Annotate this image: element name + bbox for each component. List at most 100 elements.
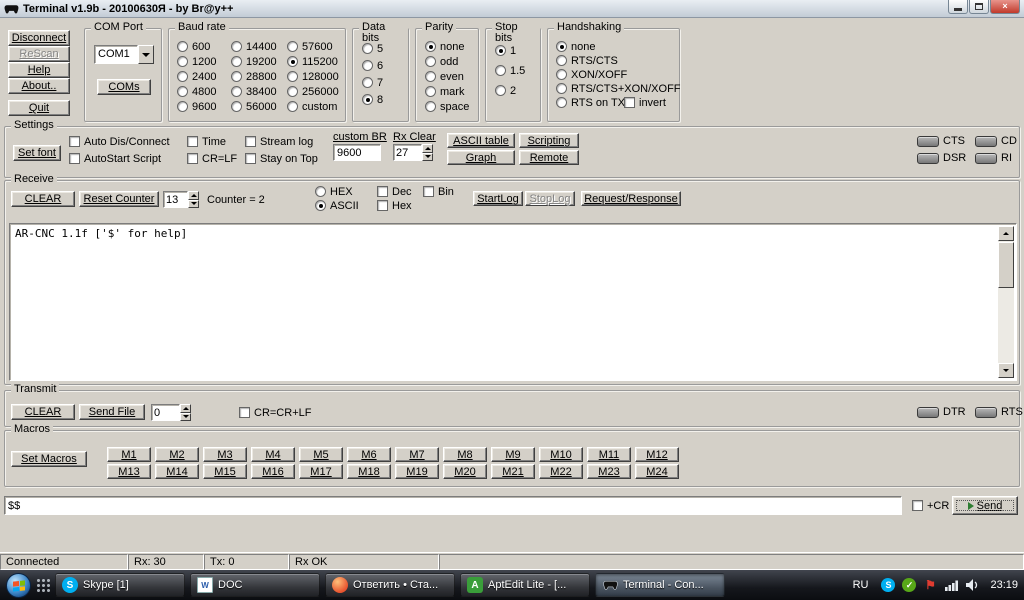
- baud-rate-option[interactable]: 14400: [231, 41, 277, 53]
- macro-button[interactable]: M17: [299, 464, 343, 479]
- baud-rate-option[interactable]: 28800: [231, 71, 277, 83]
- baud-rate-option[interactable]: 128000: [287, 71, 339, 83]
- taskbar-clock[interactable]: 23:19: [990, 579, 1018, 591]
- macro-button[interactable]: M5: [299, 447, 343, 462]
- taskbar-item-doc[interactable]: W DOC: [190, 573, 320, 597]
- macro-button[interactable]: M7: [395, 447, 439, 462]
- macro-button[interactable]: M13: [107, 464, 151, 479]
- stop-bits-option[interactable]: 2: [495, 85, 525, 97]
- baud-rate-option[interactable]: 4800: [177, 86, 216, 98]
- spin-down-icon[interactable]: [188, 199, 199, 208]
- spin-up-icon[interactable]: [188, 191, 199, 200]
- baud-rate-option[interactable]: 256000: [287, 86, 339, 98]
- request-response-button[interactable]: Request/Response: [581, 191, 681, 206]
- com-port-select[interactable]: COM1: [94, 45, 154, 64]
- spin-down-icon[interactable]: [422, 152, 433, 161]
- macro-button[interactable]: M8: [443, 447, 487, 462]
- macro-button[interactable]: M12: [635, 447, 679, 462]
- remote-button[interactable]: Remote: [519, 150, 579, 165]
- scripting-button[interactable]: Scripting: [519, 133, 579, 148]
- close-button[interactable]: ×: [990, 0, 1020, 14]
- data-bits-option[interactable]: 7: [362, 77, 383, 89]
- macro-button[interactable]: M3: [203, 447, 247, 462]
- parity-option[interactable]: mark: [425, 86, 469, 98]
- stop-log-button[interactable]: StopLog: [525, 191, 575, 206]
- maximize-button[interactable]: [969, 0, 989, 14]
- reset-counter-button[interactable]: Reset Counter: [79, 191, 159, 207]
- macro-button[interactable]: M14: [155, 464, 199, 479]
- taskbar-item-terminal[interactable]: Terminal - Con...: [595, 573, 725, 597]
- plus-cr-checkbox[interactable]: +CR: [912, 500, 949, 512]
- macro-button[interactable]: M21: [491, 464, 535, 479]
- data-bits-option[interactable]: 8: [362, 94, 383, 106]
- ascii-table-button[interactable]: ASCII table: [447, 133, 515, 148]
- quit-button[interactable]: Quit: [8, 100, 70, 116]
- macro-button[interactable]: M9: [491, 447, 535, 462]
- crlf-checkbox[interactable]: CR=LF: [187, 153, 237, 165]
- baud-rate-option[interactable]: 9600: [177, 101, 216, 113]
- baud-rate-option[interactable]: 57600: [287, 41, 339, 53]
- receive-mode-option[interactable]: HEX: [315, 186, 359, 198]
- stop-bits-option[interactable]: 1.5: [495, 65, 525, 77]
- baud-rate-option[interactable]: 2400: [177, 71, 216, 83]
- stay-on-top-checkbox[interactable]: Stay on Top: [245, 153, 318, 165]
- parity-option[interactable]: none: [425, 41, 469, 53]
- send-input[interactable]: [4, 496, 902, 515]
- hex-checkbox[interactable]: Hex: [377, 200, 412, 212]
- taskbar-item-mail[interactable]: Ответить • Ста...: [325, 573, 455, 597]
- taskbar-item-aptedit[interactable]: A AptEdit Lite - [...: [460, 573, 590, 597]
- parity-option[interactable]: odd: [425, 56, 469, 68]
- baud-rate-option[interactable]: 38400: [231, 86, 277, 98]
- invert-checkbox[interactable]: invert: [624, 97, 666, 109]
- macro-button[interactable]: M24: [635, 464, 679, 479]
- macro-button[interactable]: M18: [347, 464, 391, 479]
- custom-br-input[interactable]: [333, 144, 381, 161]
- chevron-down-icon[interactable]: [138, 45, 154, 64]
- quick-launch-icon[interactable]: [36, 578, 50, 592]
- macro-button[interactable]: M10: [539, 447, 583, 462]
- macro-button[interactable]: M11: [587, 447, 631, 462]
- network-tray-icon[interactable]: [944, 578, 958, 592]
- macro-button[interactable]: M20: [443, 464, 487, 479]
- parity-option[interactable]: even: [425, 71, 469, 83]
- baud-rate-option[interactable]: custom: [287, 101, 339, 113]
- baud-rate-option[interactable]: 115200: [287, 56, 339, 68]
- macro-button[interactable]: M2: [155, 447, 199, 462]
- handshaking-option[interactable]: none: [556, 41, 681, 53]
- spin-up-icon[interactable]: [422, 144, 433, 153]
- baud-rate-option[interactable]: 1200: [177, 56, 216, 68]
- vertical-scrollbar[interactable]: [998, 226, 1014, 378]
- baud-rate-option[interactable]: 600: [177, 41, 216, 53]
- handshaking-option[interactable]: RTS/CTS+XON/XOFF: [556, 83, 681, 95]
- stop-bits-option[interactable]: 1: [495, 45, 525, 57]
- stream-log-checkbox[interactable]: Stream log: [245, 136, 313, 148]
- transmit-clear-button[interactable]: CLEAR: [11, 404, 75, 420]
- spin-down-icon[interactable]: [180, 412, 191, 421]
- autostart-script-checkbox[interactable]: AutoStart Script: [69, 153, 161, 165]
- macro-button[interactable]: M16: [251, 464, 295, 479]
- macro-button[interactable]: M4: [251, 447, 295, 462]
- scroll-up-icon[interactable]: [998, 226, 1014, 241]
- spin-up-icon[interactable]: [180, 404, 191, 413]
- receive-clear-button[interactable]: CLEAR: [11, 191, 75, 207]
- macro-button[interactable]: M19: [395, 464, 439, 479]
- macro-button[interactable]: M6: [347, 447, 391, 462]
- bin-checkbox[interactable]: Bin: [423, 186, 454, 198]
- macro-button[interactable]: M22: [539, 464, 583, 479]
- baud-rate-option[interactable]: 56000: [231, 101, 277, 113]
- disconnect-button[interactable]: Disconnect: [8, 30, 70, 46]
- rescan-button[interactable]: ReScan: [8, 46, 70, 62]
- send-file-button[interactable]: Send File: [79, 404, 145, 420]
- help-button[interactable]: Help: [8, 62, 70, 78]
- volume-tray-icon[interactable]: [965, 578, 979, 592]
- start-button[interactable]: [6, 572, 31, 598]
- baud-rate-option[interactable]: 19200: [231, 56, 277, 68]
- time-checkbox[interactable]: Time: [187, 136, 226, 148]
- action-center-flag-icon[interactable]: ⚑: [923, 578, 937, 592]
- graph-button[interactable]: Graph: [447, 150, 515, 165]
- send-button[interactable]: Send: [952, 496, 1018, 515]
- dec-checkbox[interactable]: Dec: [377, 186, 412, 198]
- auto-disconnect-checkbox[interactable]: Auto Dis/Connect: [69, 136, 170, 148]
- start-log-button[interactable]: StartLog: [473, 191, 523, 206]
- set-macros-button[interactable]: Set Macros: [11, 451, 87, 467]
